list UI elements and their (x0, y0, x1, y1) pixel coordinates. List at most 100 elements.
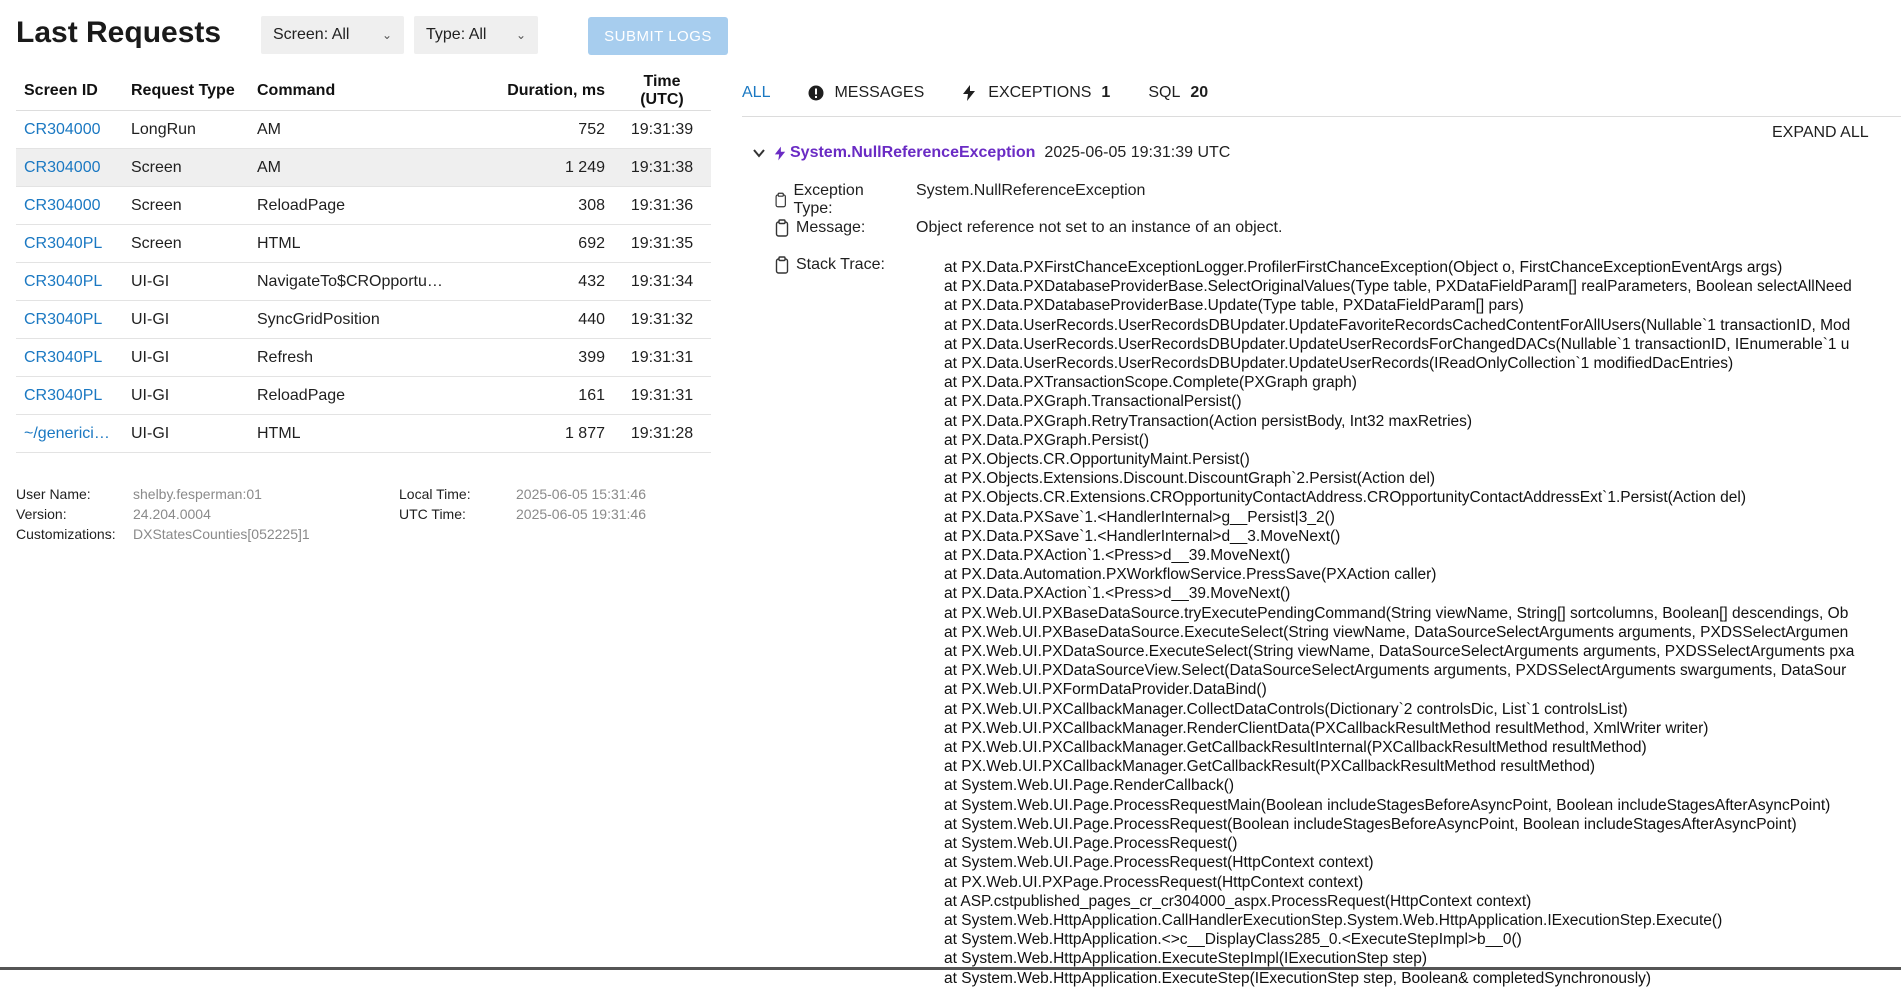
request-type-cell: UI-GI (123, 376, 249, 415)
time-cell: 19:31:31 (613, 338, 711, 377)
stack-trace-line: at PX.Data.PXTransactionScope.Complete(P… (944, 374, 1357, 392)
screen-filter-dropdown[interactable]: Screen: All ⌄ (261, 16, 404, 54)
exceptions-count: 1 (1101, 84, 1111, 101)
stack-trace-line: at System.Web.HttpApplication.ExecuteSte… (944, 969, 1652, 987)
screen-id-link[interactable]: CR304000 (16, 186, 123, 225)
table-row[interactable]: CR3040PL Screen HTML 692 19:31:35 (16, 224, 711, 263)
col-command[interactable]: Command (249, 72, 471, 111)
stack-trace-line: at PX.Web.UI.PXBaseDataSource.ExecuteSel… (944, 623, 1849, 641)
page-title: Last Requests (16, 16, 222, 49)
stack-trace-line: at System.Web.UI.Page.ProcessRequestMain… (944, 796, 1831, 814)
screen-id-link[interactable]: CR3040PL (16, 376, 123, 415)
chevron-down-icon[interactable] (752, 146, 766, 160)
table-header-row: Screen ID Request Type Command Duration,… (16, 72, 711, 111)
table-row[interactable]: CR304000 Screen AM 1 249 19:31:38 (16, 148, 711, 187)
col-screen-id[interactable]: Screen ID (16, 72, 123, 111)
requests-table: Screen ID Request Type Command Duration,… (16, 72, 711, 453)
duration-cell: 752 (471, 110, 613, 149)
stack-trace-line: at PX.Web.UI.PXCallbackManager.CollectDa… (944, 700, 1628, 718)
copy-icon[interactable] (774, 256, 790, 274)
submit-logs-button[interactable]: SUBMIT LOGS (588, 17, 728, 55)
screen-id-link[interactable]: CR3040PL (16, 338, 123, 377)
log-tabs: ALL MESSAGES EXCEPTIONS 1 SQL 20 (742, 84, 1246, 102)
stack-trace-text: at PX.Data.PXFirstChanceExceptionLogger.… (944, 258, 1901, 988)
tab-sql[interactable]: SQL 20 (1148, 84, 1208, 102)
stack-trace-line: at PX.Web.UI.PXCallbackManager.RenderCli… (944, 719, 1709, 737)
lightning-icon (774, 146, 786, 160)
request-type-cell: UI-GI (123, 262, 249, 301)
col-request-type[interactable]: Request Type (123, 72, 249, 111)
time-cell: 19:31:32 (613, 300, 711, 339)
user-name-label: User Name: (16, 486, 91, 502)
table-row[interactable]: CR3040PL UI-GI Refresh 399 19:31:31 (16, 338, 711, 377)
message-value: Object reference not set to an instance … (916, 219, 1283, 236)
sql-count: 20 (1190, 84, 1209, 101)
command-cell: HTML (249, 224, 471, 263)
copy-icon[interactable] (774, 219, 790, 237)
stack-trace-line: at PX.Data.PXDatabaseProviderBase.Update… (944, 297, 1524, 315)
screen-id-link[interactable]: CR304000 (16, 148, 123, 187)
screen-id-link[interactable]: CR3040PL (16, 224, 123, 263)
command-cell: Refresh (249, 338, 471, 377)
tab-all[interactable]: ALL (742, 84, 770, 102)
duration-cell: 440 (471, 300, 613, 339)
time-cell: 19:31:31 (613, 376, 711, 415)
tab-exceptions[interactable]: EXCEPTIONS 1 (962, 84, 1110, 102)
user-name-value: shelby.fesperman:01 (133, 486, 262, 502)
screen-id-link[interactable]: CR3040PL (16, 300, 123, 339)
table-row[interactable]: CR304000 LongRun AM 752 19:31:39 (16, 110, 711, 149)
version-value: 24.204.0004 (133, 506, 211, 522)
screen-id-link[interactable]: ~/generici… (16, 414, 123, 453)
exception-header[interactable]: System.NullReferenceException 2025-06-05… (752, 144, 1230, 162)
expand-all-button[interactable]: EXPAND ALL (1772, 124, 1869, 142)
chevron-down-icon: ⌄ (515, 28, 526, 42)
local-time-label: Local Time: (399, 486, 471, 502)
customizations-label: Customizations: (16, 526, 116, 542)
stack-trace-line: at System.Web.UI.Page.RenderCallback() (944, 777, 1235, 795)
command-cell: AM (249, 148, 471, 187)
stack-trace-line: at PX.Data.PXSave`1.<HandlerInternal>d__… (944, 527, 1341, 545)
time-cell: 19:31:36 (613, 186, 711, 225)
type-filter-label: Type: All (426, 26, 487, 43)
stack-trace-line: at System.Web.HttpApplication.CallHandle… (944, 911, 1723, 929)
table-row[interactable]: CR3040PL UI-GI ReloadPage 161 19:31:31 (16, 376, 711, 415)
request-type-cell: Screen (123, 186, 249, 225)
stack-trace-line: at PX.Data.PXAction`1.<Press>d__39.MoveN… (944, 547, 1291, 565)
table-row[interactable]: CR3040PL UI-GI SyncGridPosition 440 19:3… (16, 300, 711, 339)
tab-messages[interactable]: MESSAGES (808, 84, 924, 102)
command-cell: NavigateTo$CROpportu… (249, 262, 471, 301)
stack-trace-line: at PX.Web.UI.PXFormDataProvider.DataBind… (944, 681, 1267, 699)
copy-icon[interactable] (774, 191, 787, 209)
tabs-divider (742, 116, 1901, 117)
stack-trace-line: at ASP.cstpublished_pages_cr_cr304000_as… (944, 892, 1532, 910)
request-type-cell: UI-GI (123, 414, 249, 453)
request-type-cell: LongRun (123, 110, 249, 149)
info-block-right: Local Time: 2025-06-05 15:31:46 UTC Time:… (399, 484, 646, 524)
stack-trace-label: Stack Trace: (796, 256, 885, 273)
table-row[interactable]: CR3040PL UI-GI NavigateTo$CROpportu… 432… (16, 262, 711, 301)
col-duration[interactable]: Duration, ms (471, 72, 613, 111)
screen-id-link[interactable]: CR304000 (16, 110, 123, 149)
table-row[interactable]: CR304000 Screen ReloadPage 308 19:31:36 (16, 186, 711, 225)
stack-trace-line: at PX.Data.PXFirstChanceExceptionLogger.… (944, 259, 1783, 276)
tab-sql-label: SQL (1148, 84, 1181, 101)
chevron-down-icon: ⌄ (381, 28, 392, 42)
duration-cell: 1 877 (471, 414, 613, 453)
stack-trace-line: at PX.Data.PXDatabaseProviderBase.Select… (944, 278, 1852, 296)
stack-trace-line: at System.Web.UI.Page.ProcessRequest(Htt… (944, 854, 1374, 872)
table-row[interactable]: ~/generici… UI-GI HTML 1 877 19:31:28 (16, 414, 711, 453)
duration-cell: 432 (471, 262, 613, 301)
tab-all-label: ALL (742, 84, 771, 101)
stack-trace-line: at PX.Data.UserRecords.UserRecordsDBUpda… (944, 355, 1734, 373)
screen-id-link[interactable]: CR3040PL (16, 262, 123, 301)
stack-trace-line: at System.Web.UI.Page.ProcessRequest() (944, 835, 1238, 853)
col-time[interactable]: Time (UTC) (613, 72, 711, 111)
stack-trace-line: at System.Web.HttpApplication.<>c__Displ… (944, 931, 1522, 949)
info-block-left: User Name: shelby.fesperman:01 Version: 24… (16, 484, 310, 544)
type-filter-dropdown[interactable]: Type: All ⌄ (414, 16, 538, 54)
message-label: Message: (796, 219, 866, 236)
screen-filter-label: Screen: All (273, 26, 350, 43)
exception-type-value: System.NullReferenceException (916, 182, 1146, 199)
stack-trace-line: at System.Web.HttpApplication.ExecuteSte… (944, 950, 1428, 968)
request-type-cell: Screen (123, 224, 249, 263)
